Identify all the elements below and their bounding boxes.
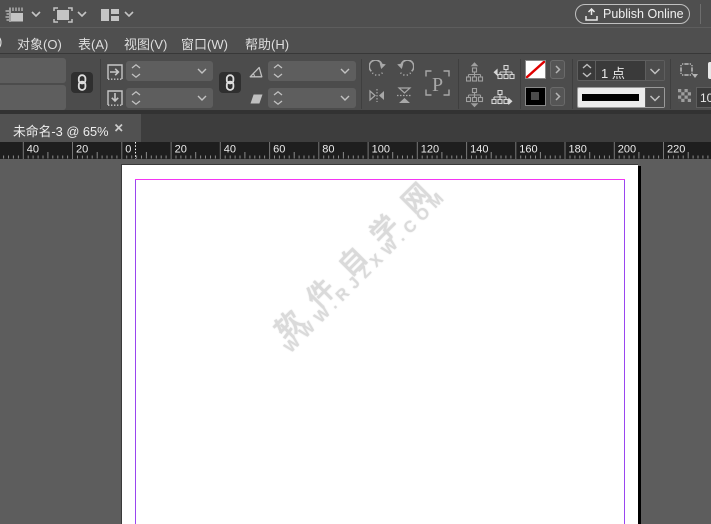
svg-text:160: 160 (519, 144, 537, 156)
svg-text:140: 140 (470, 144, 488, 156)
svg-text:40: 40 (27, 144, 39, 156)
svg-text:20: 20 (175, 144, 187, 156)
svg-text:100: 100 (372, 144, 390, 156)
svg-text:120: 120 (421, 144, 439, 156)
svg-text:40: 40 (224, 144, 236, 156)
svg-text:220: 220 (667, 144, 685, 156)
svg-text:60: 60 (273, 144, 285, 156)
svg-text:20: 20 (76, 144, 88, 156)
svg-text:P: P (432, 74, 443, 96)
svg-text:180: 180 (569, 144, 587, 156)
svg-text:80: 80 (322, 144, 334, 156)
svg-text:200: 200 (618, 144, 636, 156)
svg-text:0: 0 (125, 144, 131, 156)
